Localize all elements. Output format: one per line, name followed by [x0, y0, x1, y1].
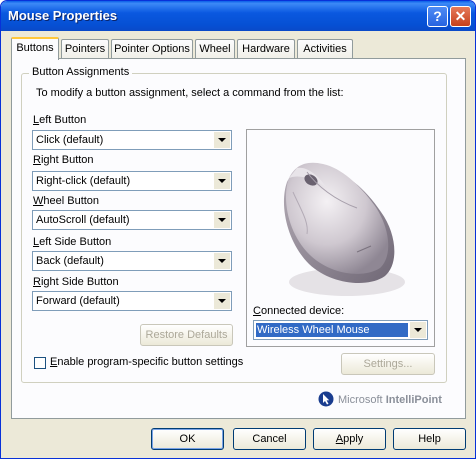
question-mark-icon: ? — [433, 8, 442, 24]
tab-label: Wheel — [199, 43, 231, 55]
tab-hardware[interactable]: Hardware — [237, 39, 295, 59]
brand-company: Microsoft — [338, 394, 383, 406]
select-value: Click (default) — [36, 134, 104, 146]
group-title: Button Assignments — [29, 66, 133, 78]
label-text: nable program-specific button settings — [57, 356, 244, 368]
tab-label: Activities — [303, 43, 347, 55]
label-text: onnected device: — [260, 305, 345, 317]
chevron-down-icon[interactable] — [214, 132, 230, 148]
button-label: pply — [343, 433, 364, 445]
apply-button[interactable]: Apply — [313, 428, 386, 450]
access-key: R — [33, 154, 41, 166]
close-button[interactable]: ✕ — [450, 6, 471, 27]
select-value: Wireless Wheel Mouse — [256, 323, 408, 337]
label-text: eft Side Button — [39, 236, 112, 248]
wheel-button-select[interactable]: AutoScroll (default) — [32, 210, 232, 230]
brand-text: Microsoft IntelliPoint — [338, 394, 442, 406]
left-side-button-select[interactable]: Back (default) — [32, 251, 232, 271]
close-icon: ✕ — [454, 8, 467, 24]
tab-wheel[interactable]: Wheel — [195, 39, 235, 59]
access-key: W — [33, 195, 44, 207]
left-button-select[interactable]: Click (default) — [32, 130, 232, 150]
access-key: A — [335, 433, 344, 445]
help-title-button[interactable]: ? — [427, 6, 448, 27]
intellipoint-logo-icon — [318, 391, 334, 407]
tab-activities[interactable]: Activities — [297, 39, 353, 59]
tab-label: Pointer Options — [114, 43, 190, 55]
right-button-select[interactable]: Right-click (default) — [32, 171, 232, 191]
tab-label: Buttons — [16, 42, 54, 54]
program-specific-label[interactable]: Enable program-specific button settings — [50, 356, 243, 368]
connected-device-select[interactable]: Wireless Wheel Mouse — [253, 320, 428, 340]
select-value: AutoScroll (default) — [36, 214, 130, 226]
label-text: ight Side Button — [40, 276, 119, 288]
chevron-down-icon[interactable] — [214, 212, 230, 228]
window-title: Mouse Properties — [8, 8, 118, 23]
right-side-button-select[interactable]: Forward (default) — [32, 291, 232, 311]
tab-pointer-options[interactable]: Pointer Options — [111, 39, 193, 59]
chevron-down-icon[interactable] — [214, 253, 230, 269]
label-text: ight Button — [40, 154, 94, 166]
program-specific-checkbox[interactable] — [34, 357, 46, 369]
right-side-button-label: Right Side Button — [33, 276, 119, 288]
chevron-down-icon[interactable] — [410, 322, 426, 338]
right-button-label: Right Button — [33, 154, 94, 166]
chevron-down-icon[interactable] — [214, 293, 230, 309]
access-key: R — [33, 276, 41, 288]
select-value: Right-click (default) — [36, 175, 131, 187]
tab-label: Pointers — [64, 43, 106, 55]
tab-label: Hardware — [242, 43, 290, 55]
title-bar[interactable]: Mouse Properties ? ✕ — [1, 1, 475, 31]
cancel-button[interactable]: Cancel — [233, 428, 306, 450]
mouse-properties-window: Mouse Properties ? ✕ Buttons Pointers Po… — [0, 0, 476, 459]
tab-buttons[interactable]: Buttons — [11, 37, 59, 60]
brand-product: IntelliPoint — [385, 394, 442, 406]
wheel-button-label: Wheel Button — [33, 195, 99, 207]
instructions-text: To modify a button assignment, select a … — [36, 87, 344, 99]
settings-button[interactable]: Settings... — [341, 353, 435, 375]
label-text: heel Button — [43, 195, 100, 207]
ok-button[interactable]: OK — [151, 428, 224, 450]
left-side-button-label: Left Side Button — [33, 236, 111, 248]
left-button-label: Left Button — [33, 114, 86, 126]
label-text: eft Button — [39, 114, 87, 126]
select-value: Back (default) — [36, 255, 104, 267]
connected-device-label: Connected device: — [253, 305, 344, 317]
select-value: Forward (default) — [36, 295, 120, 307]
help-button[interactable]: Help — [393, 428, 466, 450]
chevron-down-icon[interactable] — [214, 173, 230, 189]
restore-defaults-button[interactable]: Restore Defaults — [140, 324, 233, 346]
access-key: C — [253, 305, 261, 317]
tab-pointers[interactable]: Pointers — [61, 39, 109, 59]
